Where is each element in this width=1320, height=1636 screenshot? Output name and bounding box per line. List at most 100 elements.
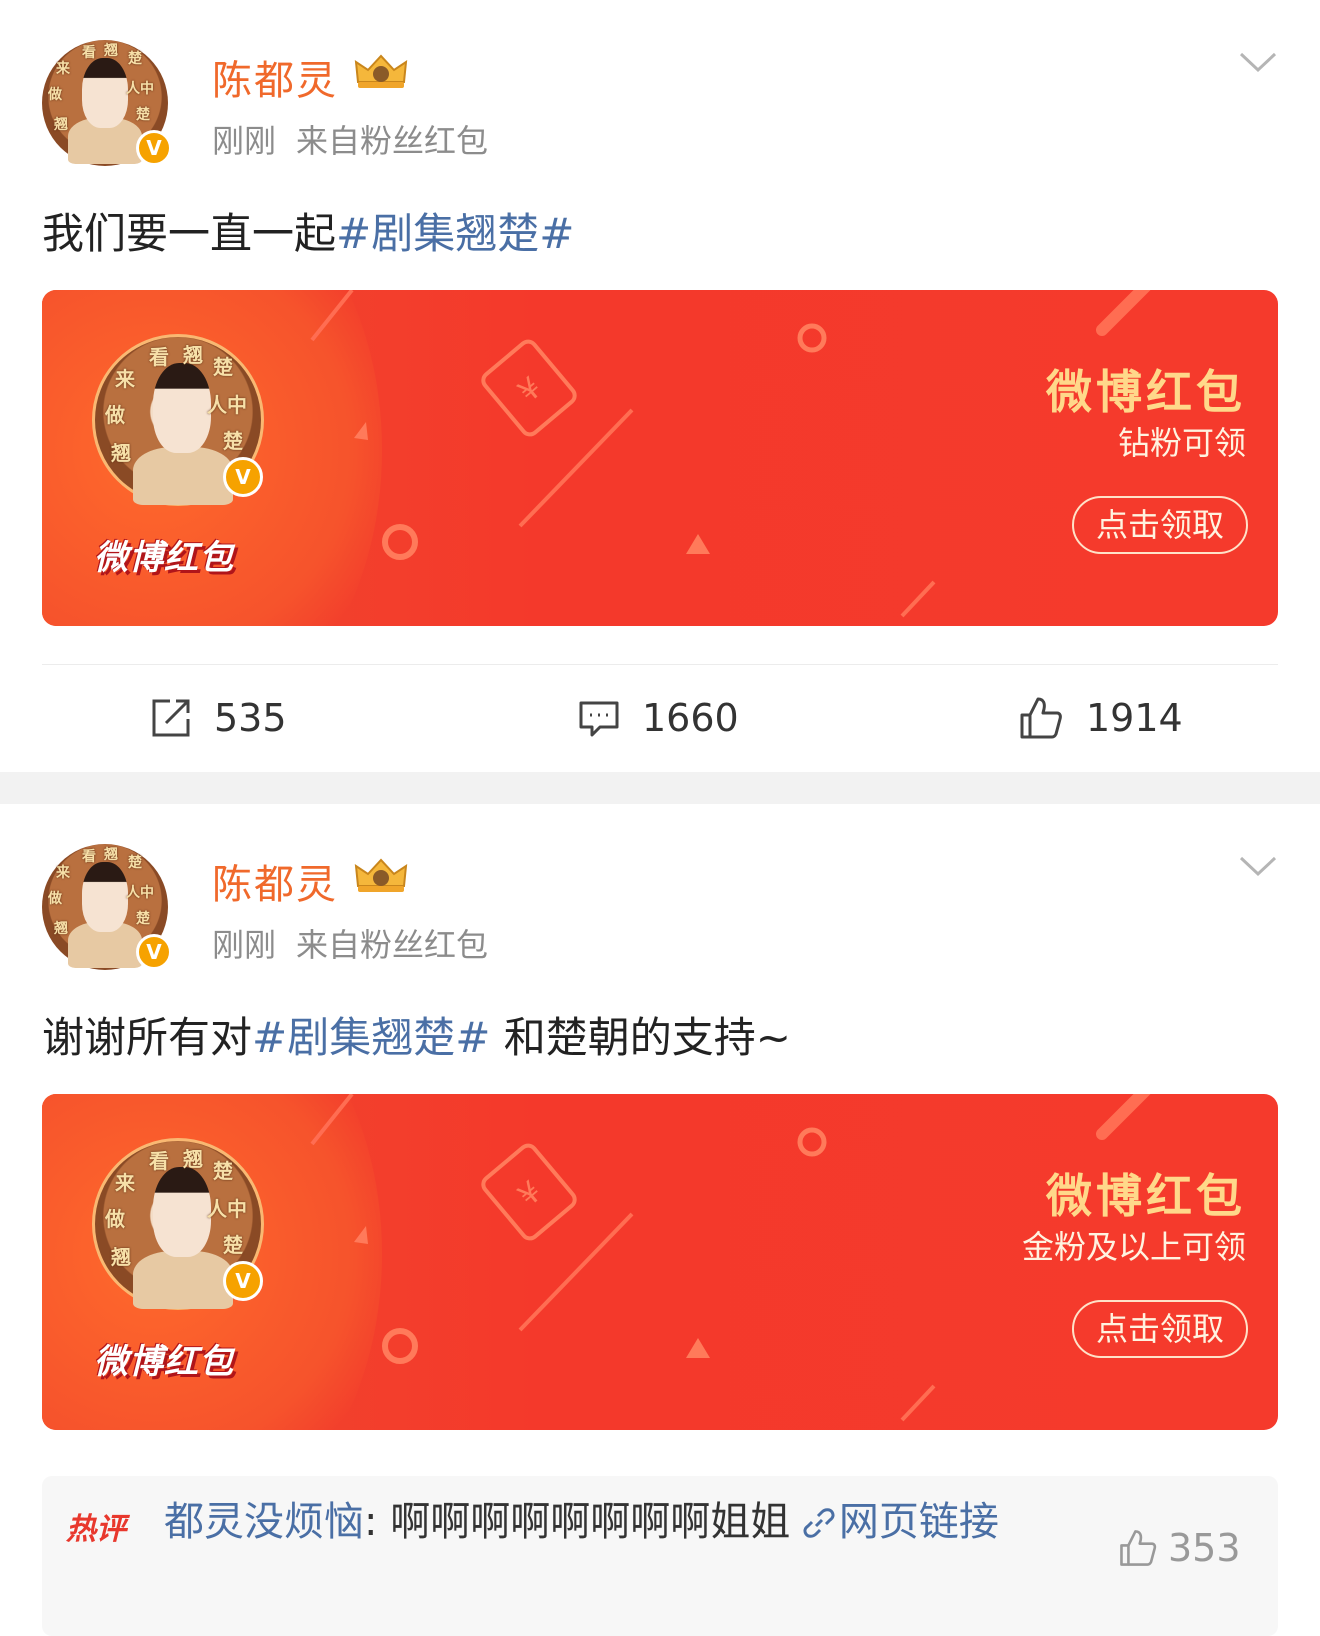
author-name[interactable]: 陈都灵 xyxy=(212,852,338,910)
avatar-text: 人中 xyxy=(126,885,154,901)
topic-link[interactable]: #剧集翘楚# xyxy=(336,209,574,258)
avatar-figure-face xyxy=(153,1167,211,1257)
avatar-text: 楚 xyxy=(136,911,150,927)
comment-button[interactable]: 1660 xyxy=(578,690,739,746)
hot-comment-badge: 热评 xyxy=(66,1512,126,1547)
avatar-text: 翘 xyxy=(104,847,118,863)
claim-button[interactable]: 点击领取 xyxy=(1071,496,1248,554)
author-name[interactable]: 陈都灵 xyxy=(212,48,338,106)
avatar-text: 楚 xyxy=(223,1233,243,1257)
chevron-down-icon[interactable] xyxy=(1238,50,1278,74)
avatar-text: 楚 xyxy=(136,107,150,123)
avatar-text: 翘 xyxy=(111,1245,131,1269)
crown-icon xyxy=(354,858,408,892)
weibo-post: 来 看 翘 楚 人中 做 翘 楚 V 陈都灵 刚刚 来自粉丝红包 我们要一直一起#… xyxy=(0,0,1320,772)
comment-count: 1660 xyxy=(642,696,739,740)
verified-badge-icon: V xyxy=(223,457,263,497)
avatar-figure-face xyxy=(153,363,211,453)
hot-comment-text: 都灵没烦恼: 啊啊啊啊啊啊啊啊姐姐 网页链接 xyxy=(164,1490,1054,1554)
red-packet-avatar: 来 看 翘 楚 人中 做 翘 楚 V xyxy=(92,334,264,506)
avatar-text: 楚 xyxy=(128,51,142,67)
avatar-text: 看 xyxy=(149,1149,169,1173)
avatar-text: 翘 xyxy=(111,441,131,465)
avatar[interactable]: 来 看 翘 楚 人中 做 翘 楚 V xyxy=(42,40,172,166)
avatar-text: 做 xyxy=(105,403,125,427)
avatar-text: 看 xyxy=(82,45,96,61)
avatar-figure-face xyxy=(82,862,128,932)
verified-badge-icon: V xyxy=(136,934,172,970)
avatar-text: 人中 xyxy=(207,1197,247,1221)
comment-icon xyxy=(579,701,619,737)
avatar[interactable]: 来 看 翘 楚 人中 做 翘 楚 V xyxy=(42,844,172,970)
avatar-figure-body xyxy=(133,447,233,505)
post-text-body: 谢谢所有对 xyxy=(42,1013,253,1062)
weibo-redpacket-logo: 微博红包 xyxy=(94,1342,234,1382)
like-icon xyxy=(1120,1530,1157,1566)
svg-text:¥: ¥ xyxy=(512,371,549,410)
red-packet-card[interactable]: ¥ 来 看 翘 楚 人中 做 翘 楚 V 微博红包 微博红包 金粉及以上可领 点… xyxy=(42,1094,1278,1430)
chevron-down-icon[interactable] xyxy=(1238,854,1278,878)
hot-comment-like[interactable]: 353 xyxy=(1118,1526,1241,1570)
post-text: 谢谢所有对#剧集翘楚# 和楚朝的支持~ xyxy=(42,1004,791,1065)
claim-button[interactable]: 点击领取 xyxy=(1071,1300,1248,1358)
like-count: 1914 xyxy=(1086,696,1183,740)
avatar-text: 看 xyxy=(149,345,169,369)
avatar-text: 楚 xyxy=(213,355,233,379)
avatar-text: 翘 xyxy=(183,1147,203,1171)
like-icon xyxy=(1020,697,1062,739)
hot-comment-user[interactable]: 都灵没烦恼 xyxy=(164,1499,364,1545)
post-text-tail: 和楚朝的支持~ xyxy=(490,1013,791,1062)
link-icon xyxy=(803,1508,835,1538)
post-text: 我们要一直一起#剧集翘楚# xyxy=(42,200,574,261)
red-packet-title: 微博红包 xyxy=(1046,1169,1246,1223)
weibo-redpacket-logo: 微博红包 xyxy=(94,538,234,578)
post-meta: 刚刚 来自粉丝红包 xyxy=(212,116,488,162)
repost-count: 535 xyxy=(214,696,287,740)
avatar-text: 楚 xyxy=(213,1159,233,1183)
avatar-text: 翘 xyxy=(54,117,68,133)
red-packet-card[interactable]: ¥ 来 看 翘 楚 人中 做 翘 楚 V 微博红包 微博红包 钻粉可领 点击领取 xyxy=(42,290,1278,626)
red-packet-subtitle: 钻粉可领 xyxy=(1117,424,1246,462)
action-bar: 535 1660 1914 xyxy=(0,690,1320,746)
hot-comment-like-count: 353 xyxy=(1168,1526,1241,1570)
repost-icon xyxy=(152,699,190,737)
avatar-text: 来 xyxy=(56,61,70,77)
avatar-text: 来 xyxy=(115,1171,135,1195)
avatar-text: 人中 xyxy=(126,81,154,97)
feed-separator xyxy=(0,772,1320,804)
red-packet-avatar: 来 看 翘 楚 人中 做 翘 楚 V xyxy=(92,1138,264,1310)
avatar-text: 来 xyxy=(56,865,70,881)
topic-link[interactable]: #剧集翘楚# xyxy=(252,1013,490,1062)
post-meta: 刚刚 来自粉丝红包 xyxy=(212,920,488,966)
avatar-figure-body xyxy=(133,1251,233,1309)
repost-button[interactable]: 535 xyxy=(150,690,287,746)
verified-badge-icon: V xyxy=(223,1261,263,1301)
post-time: 刚刚 xyxy=(212,122,277,160)
avatar-text: 看 xyxy=(82,849,96,865)
web-link[interactable]: 网页链接 xyxy=(803,1499,999,1545)
avatar-text: 做 xyxy=(48,891,62,907)
avatar-text: 做 xyxy=(48,87,62,103)
avatar-text: 来 xyxy=(115,367,135,391)
hot-comment-body: : 啊啊啊啊啊啊啊啊姐姐 xyxy=(364,1499,803,1545)
red-packet-title: 微博红包 xyxy=(1046,365,1246,419)
avatar-text: 做 xyxy=(105,1207,125,1231)
avatar-text: 人中 xyxy=(207,393,247,417)
avatar-text: 翘 xyxy=(183,343,203,367)
avatar-text: 楚 xyxy=(128,855,142,871)
divider xyxy=(42,664,1278,665)
avatar-figure-face xyxy=(82,58,128,128)
like-button[interactable]: 1914 xyxy=(1018,690,1183,746)
avatar-text: 楚 xyxy=(223,429,243,453)
post-time: 刚刚 xyxy=(212,926,277,964)
post-source[interactable]: 来自粉丝红包 xyxy=(296,926,488,964)
verified-badge-icon: V xyxy=(136,130,172,166)
red-packet-subtitle: 金粉及以上可领 xyxy=(1021,1228,1246,1266)
web-link-label: 网页链接 xyxy=(838,1499,999,1545)
post-text-body: 我们要一直一起 xyxy=(42,209,337,258)
post-source[interactable]: 来自粉丝红包 xyxy=(296,122,488,160)
svg-text:¥: ¥ xyxy=(512,1175,549,1214)
avatar-text: 翘 xyxy=(104,43,118,59)
hot-comment[interactable]: 热评 都灵没烦恼: 啊啊啊啊啊啊啊啊姐姐 网页链接 353 xyxy=(42,1476,1278,1636)
crown-icon xyxy=(354,54,408,88)
